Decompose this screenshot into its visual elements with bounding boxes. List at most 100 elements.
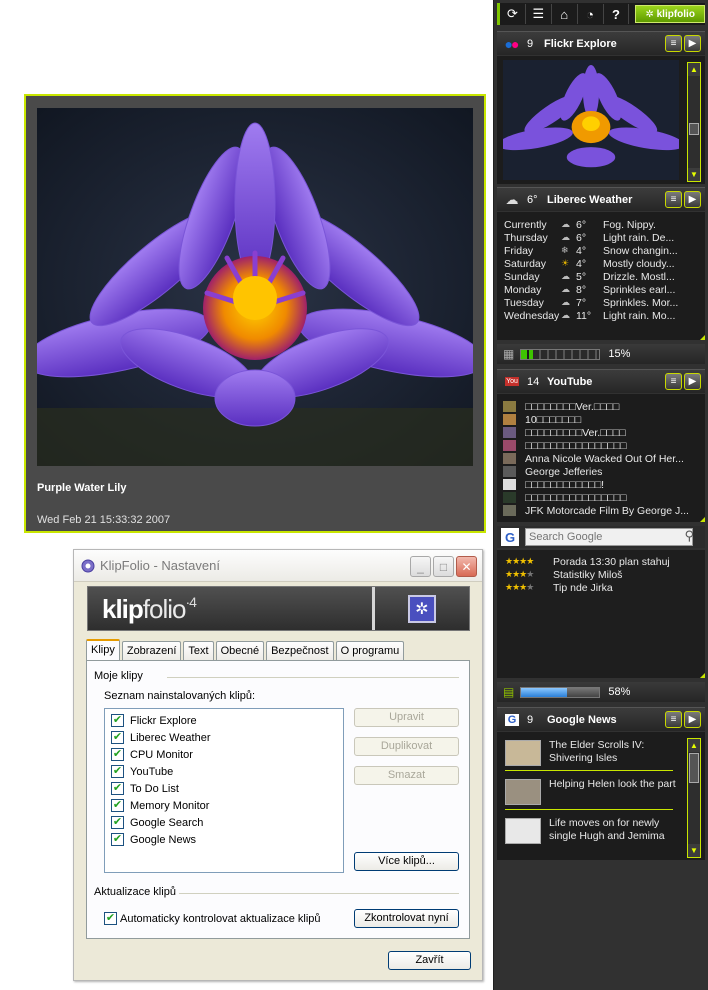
list-item[interactable]: Helping Helen look the part bbox=[501, 775, 677, 811]
resize-handle[interactable] bbox=[700, 673, 705, 678]
list-item[interactable]: □□□□□□□□□□□□! bbox=[497, 478, 705, 491]
list-item[interactable]: ✔ Flickr Explore bbox=[105, 712, 343, 729]
flickr-scrollbar[interactable]: ▲ ▼ bbox=[687, 62, 701, 182]
list-item[interactable]: ★★★★ Porada 13:30 plan stahuj bbox=[497, 556, 705, 569]
list-item[interactable]: Life moves on for newly single Hugh and … bbox=[501, 814, 677, 850]
memory-monitor-klip[interactable]: ▤ 58% bbox=[497, 682, 705, 702]
list-item[interactable]: Saturday ☀ 4° Mostly cloudy... bbox=[497, 258, 705, 271]
list-item[interactable]: 10□□□□□□□ bbox=[497, 413, 705, 426]
tab-zobrazeni[interactable]: Zobrazení bbox=[121, 641, 182, 661]
youtube-klip-header[interactable]: You 14 YouTube ≡ ▶ bbox=[497, 369, 705, 393]
list-item[interactable]: Currently ☁ 6° Fog. Nippy. bbox=[497, 219, 705, 232]
checkbox-checked-icon[interactable]: ✔ bbox=[104, 912, 117, 925]
list-item[interactable]: JFK Motorcade Film By George J... bbox=[497, 504, 705, 517]
more-klips-button[interactable]: Více klipů... bbox=[354, 852, 459, 871]
checkbox-checked-icon[interactable]: ✔ bbox=[111, 782, 124, 795]
check-now-button[interactable]: Zkontrolovat nyní bbox=[354, 909, 459, 928]
checkbox-checked-icon[interactable]: ✔ bbox=[111, 765, 124, 778]
close-dialog-button[interactable]: Zavřít bbox=[388, 951, 471, 970]
list-item[interactable]: □□□□□□□□Ver.□□□□ bbox=[497, 400, 705, 413]
klip-menu-icon[interactable]: ≡ bbox=[665, 191, 682, 208]
list-item[interactable]: ✔ CPU Monitor bbox=[105, 746, 343, 763]
klip-open-arrow-icon[interactable]: ▶ bbox=[684, 35, 701, 52]
klip-menu-icon[interactable]: ≡ bbox=[665, 711, 682, 728]
list-item[interactable]: Thursday ☁ 6° Light rain. De... bbox=[497, 232, 705, 245]
tab-o-programu[interactable]: O programu bbox=[335, 641, 405, 661]
klip-menu-icon[interactable]: ≡ bbox=[665, 35, 682, 52]
list-item[interactable]: ✔ Google Search bbox=[105, 814, 343, 831]
delete-button[interactable]: Smazat bbox=[354, 766, 459, 785]
scroll-up-icon[interactable]: ▲ bbox=[688, 63, 700, 76]
list-item[interactable]: □□□□□□□□□□□□□□□□ bbox=[497, 491, 705, 504]
google-search-input[interactable] bbox=[525, 528, 693, 546]
klip-open-arrow-icon[interactable]: ▶ bbox=[684, 191, 701, 208]
flickr-thumbnail[interactable] bbox=[503, 60, 679, 180]
dialog-titlebar[interactable]: KlipFolio - Nastavení _ □ ✕ bbox=[74, 550, 482, 582]
flickr-klip-header[interactable]: ● ● 9 Flickr Explore ≡ ▶ bbox=[497, 31, 705, 55]
google-news-klip-header[interactable]: G 9 Google News ≡ ▶ bbox=[497, 707, 705, 731]
scroll-up-icon[interactable]: ▲ bbox=[688, 739, 700, 752]
search-icon[interactable]: ⚲ bbox=[684, 528, 694, 544]
list-item[interactable]: ✔ Memory Monitor bbox=[105, 797, 343, 814]
checkbox-checked-icon[interactable]: ✔ bbox=[111, 799, 124, 812]
checkbox-checked-icon[interactable]: ✔ bbox=[111, 816, 124, 829]
list-item[interactable]: ✔ Google News bbox=[105, 831, 343, 848]
priority-stars-icon: ★★★★ bbox=[505, 556, 534, 566]
list-item[interactable]: Wednesday ☁ 11° Light rain. Mo... bbox=[497, 310, 705, 323]
resize-handle[interactable] bbox=[700, 517, 705, 522]
minimize-button[interactable]: _ bbox=[410, 556, 431, 577]
list-item[interactable]: ★★★★ Tip nde Jirka bbox=[497, 582, 705, 595]
scrollbar-thumb[interactable] bbox=[689, 123, 699, 135]
auto-update-checkbox-row[interactable]: ✔ Automaticky kontrolovat aktualizace kl… bbox=[104, 912, 321, 925]
list-item[interactable]: ★★★★ Statistiky Miloš bbox=[497, 569, 705, 582]
installed-klips-label: Seznam nainstalovaných klipů: bbox=[104, 690, 256, 702]
water-lily-photo[interactable] bbox=[37, 108, 473, 466]
cpu-monitor-klip[interactable]: ▦ 15% bbox=[497, 344, 705, 364]
cpu-chip-icon: ▦ bbox=[503, 347, 515, 361]
rss-feed-icon[interactable]: ◔ bbox=[578, 4, 604, 24]
tab-text[interactable]: Text bbox=[183, 641, 214, 661]
tab-bezpecnost[interactable]: Bezpečnost bbox=[266, 641, 334, 661]
klip-open-arrow-icon[interactable]: ▶ bbox=[684, 373, 701, 390]
klip-open-arrow-icon[interactable]: ▶ bbox=[684, 711, 701, 728]
list-item[interactable]: ✔ Liberec Weather bbox=[105, 729, 343, 746]
klip-menu-icon[interactable]: ≡ bbox=[665, 373, 682, 390]
duplicate-button[interactable]: Duplikovat bbox=[354, 737, 459, 756]
close-window-button[interactable]: ✕ bbox=[456, 556, 477, 577]
installed-klips-list[interactable]: ✔ Flickr Explore ✔ Liberec Weather ✔ CPU Mo… bbox=[104, 708, 344, 873]
list-item[interactable]: Tuesday ☁ 7° Sprinkles. Mor... bbox=[497, 297, 705, 310]
list-item[interactable]: The Elder Scrolls IV: Shivering Isles bbox=[501, 736, 677, 772]
menu-list-icon[interactable]: ☰ bbox=[526, 4, 552, 24]
maximize-button[interactable]: □ bbox=[433, 556, 454, 577]
list-item[interactable]: □□□□□□□□□Ver.□□□□ bbox=[497, 426, 705, 439]
scrollbar-thumb[interactable] bbox=[689, 753, 699, 783]
tab-obecne[interactable]: Obecné bbox=[215, 641, 265, 661]
list-item[interactable]: George Jefferies bbox=[497, 465, 705, 478]
settings-tabs: Klipy Zobrazení Text Obecné Bezpečnost O… bbox=[86, 639, 406, 661]
google-news-scrollbar[interactable]: ▲ ▼ bbox=[687, 738, 701, 858]
resize-handle[interactable] bbox=[700, 335, 705, 340]
list-item[interactable]: Friday ❄ 4° Snow changin... bbox=[497, 245, 705, 258]
scroll-down-icon[interactable]: ▼ bbox=[688, 844, 700, 857]
list-item[interactable]: □□□□□□□□□□□□□□□□ bbox=[497, 439, 705, 452]
list-item[interactable]: ✔ To Do List bbox=[105, 780, 343, 797]
list-item[interactable]: ✔ YouTube bbox=[105, 763, 343, 780]
google-news-klip-title: Google News bbox=[547, 713, 617, 726]
list-item[interactable]: Sunday ☁ 5° Drizzle. Mostl... bbox=[497, 271, 705, 284]
weather-klip-header[interactable]: ☁ 6° Liberec Weather ≡ ▶ bbox=[497, 187, 705, 211]
checkbox-checked-icon[interactable]: ✔ bbox=[111, 714, 124, 727]
weather-rain-icon: ☁ bbox=[561, 232, 570, 242]
video-thumbnail bbox=[503, 479, 516, 490]
scroll-down-icon[interactable]: ▼ bbox=[688, 168, 700, 181]
checkbox-checked-icon[interactable]: ✔ bbox=[111, 748, 124, 761]
checkbox-checked-icon[interactable]: ✔ bbox=[111, 833, 124, 846]
help-icon[interactable]: ? bbox=[604, 4, 630, 24]
list-item[interactable]: Anna Nicole Wacked Out Of Her... bbox=[497, 452, 705, 465]
home-icon[interactable]: ⌂ bbox=[552, 4, 578, 24]
list-item[interactable]: Monday ☁ 8° Sprinkles earl... bbox=[497, 284, 705, 297]
klipfolio-logo-button[interactable]: ✲ klipfolio bbox=[635, 5, 706, 23]
checkbox-checked-icon[interactable]: ✔ bbox=[111, 731, 124, 744]
tab-klipy[interactable]: Klipy bbox=[86, 639, 120, 661]
refresh-icon[interactable]: ⟳ bbox=[500, 4, 526, 24]
edit-button[interactable]: Upravit bbox=[354, 708, 459, 727]
